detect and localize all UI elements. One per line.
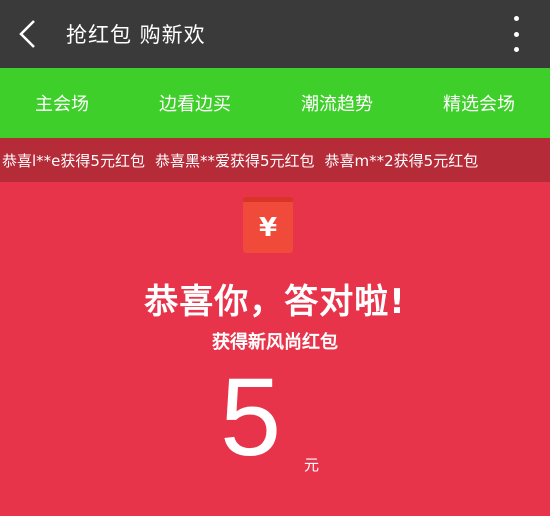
congrats-heading: 恭喜你，答对啦!	[144, 282, 406, 322]
tab-watch-and-buy[interactable]: 边看边买	[155, 90, 235, 116]
result-panel: ¥ 恭喜你，答对啦! 获得新风尚红包 5 元	[0, 182, 550, 516]
red-envelope-icon: ¥	[243, 197, 293, 253]
top-bar: 抢红包 购新欢	[0, 0, 550, 68]
tab-main-venue[interactable]: 主会场	[31, 90, 93, 116]
reward-subtitle: 获得新风尚红包	[212, 332, 338, 353]
tab-featured-venue[interactable]: 精选会场	[439, 90, 519, 116]
tab-bar: 主会场 边看边买 潮流趋势 精选会场	[0, 68, 550, 138]
ticker-item: 恭喜l**e获得5元红包	[2, 151, 145, 170]
more-button[interactable]	[508, 16, 524, 52]
reward-unit: 元	[304, 456, 320, 474]
back-button[interactable]	[4, 0, 52, 68]
ticker-item: 恭喜黑**爱获得5元红包	[154, 151, 315, 170]
yuan-symbol: ¥	[258, 212, 278, 243]
reward-amount: 5	[220, 356, 282, 479]
back-arrow-icon	[19, 20, 35, 48]
ticker-item: 恭喜m**2获得5元红包	[324, 151, 479, 170]
winner-ticker: 恭喜l**e获得5元红包 恭喜黑**爱获得5元红包 恭喜m**2获得5元红包	[0, 138, 550, 182]
more-vertical-icon	[513, 16, 519, 21]
page-title: 抢红包 购新欢	[66, 23, 206, 47]
tab-trends[interactable]: 潮流趋势	[297, 90, 377, 116]
